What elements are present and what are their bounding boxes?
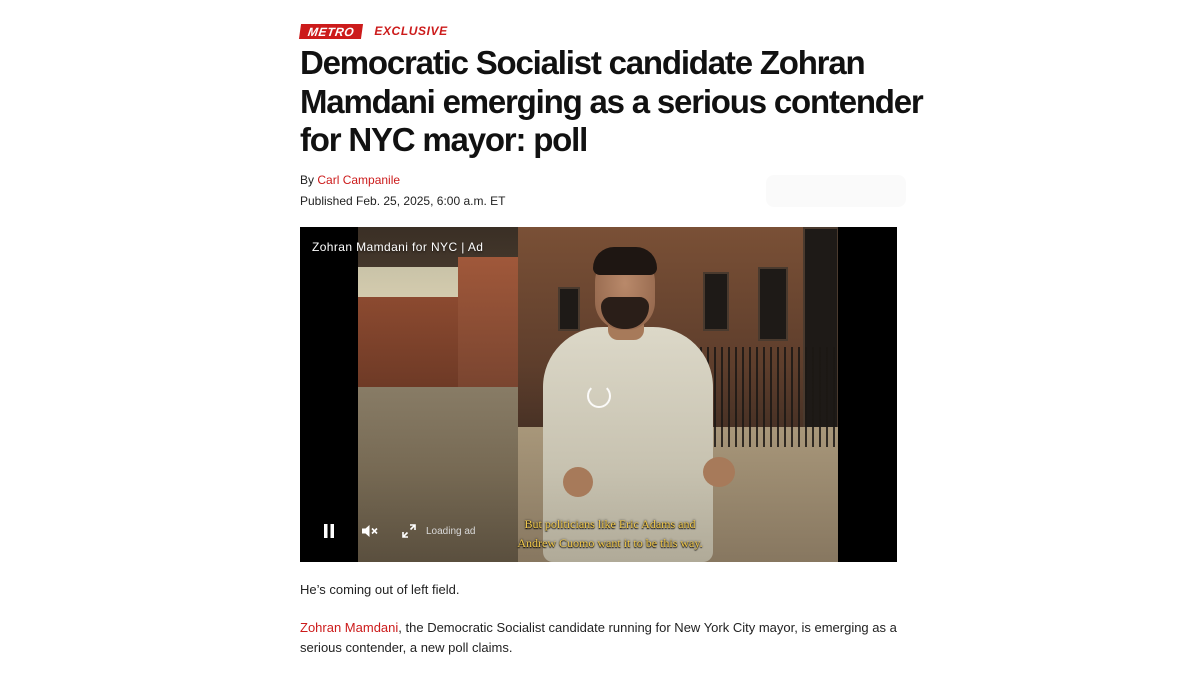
video-controls: Loading ad (320, 521, 476, 541)
body-paragraph-1: He’s coming out of left field. (300, 582, 460, 597)
expand-icon (402, 524, 416, 538)
pause-button[interactable] (320, 521, 338, 541)
video-title: Zohran Mamdani for NYC | Ad (312, 240, 484, 254)
headline: Democratic Socialist candidate Zohran Ma… (300, 44, 924, 158)
mute-button[interactable] (360, 521, 380, 541)
pause-icon (324, 524, 334, 538)
body-paragraph-2: Zohran Mamdani, the Democratic Socialist… (300, 618, 900, 658)
volume-muted-icon (362, 525, 378, 537)
fullscreen-button[interactable] (400, 521, 418, 541)
exclusive-tag: EXCLUSIVE (374, 24, 448, 38)
caption-line-2: Andrew Cuomo want it to be this way. (517, 536, 703, 550)
byline: By Carl Campanile (300, 173, 400, 187)
byline-prefix: By (300, 173, 315, 187)
loading-spinner-icon (587, 384, 611, 408)
ad-loading-label: Loading ad (426, 525, 476, 537)
caption-line-1: But politicians like Eric Adams and (524, 517, 696, 531)
share-bar-placeholder (766, 175, 906, 207)
author-link[interactable]: Carl Campanile (317, 173, 400, 187)
mamdani-link[interactable]: Zohran Mamdani (300, 620, 398, 635)
video-player[interactable]: Zohran Mamdani for NYC | Ad But politici… (300, 227, 897, 562)
published-date: Published Feb. 25, 2025, 6:00 a.m. ET (300, 194, 506, 208)
video-caption: But politicians like Eric Adams and Andr… (480, 515, 740, 553)
section-badge[interactable]: METRO (298, 23, 364, 39)
kicker: METRO EXCLUSIVE (298, 23, 448, 39)
